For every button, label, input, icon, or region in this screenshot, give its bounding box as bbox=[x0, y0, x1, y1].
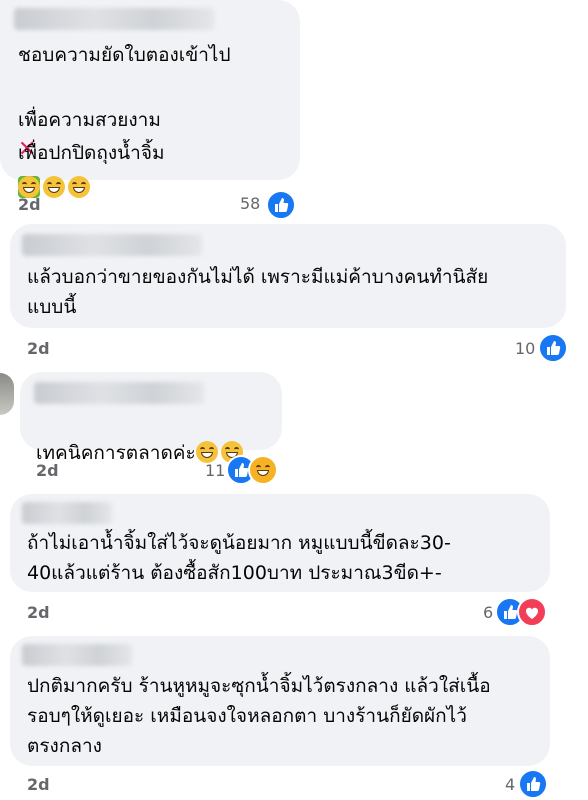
comment-5-time[interactable]: 2d bbox=[27, 775, 50, 794]
comment-3-text: เทคนิคการตลาดค่ะ bbox=[36, 408, 246, 468]
grinning-face-icon bbox=[43, 176, 65, 198]
tears-of-joy-icon bbox=[195, 441, 218, 463]
comment-4-time[interactable]: 2d bbox=[27, 603, 50, 622]
comment-1-reaction-count[interactable]: 58 bbox=[240, 194, 260, 213]
comment-1-time[interactable]: 2d bbox=[18, 195, 41, 214]
comment-2-text: แล้วบอกว่าขายของกันไม่ได้ เพราะมีแม่ค้าบ… bbox=[27, 266, 489, 318]
comment-5-reaction-count[interactable]: 4 bbox=[505, 775, 515, 794]
comment-1-line1: ชอบความยัดใบตองเข้าไป bbox=[18, 44, 231, 66]
comment-2-time[interactable]: 2d bbox=[27, 339, 50, 358]
comment-4-text: ถ้าไม่เอาน้ำจิ้มใส่ไว้จะดูน้อยมาก หมูแบบ… bbox=[27, 532, 451, 584]
like-reaction-icon[interactable] bbox=[266, 190, 296, 220]
commenter-name-3[interactable] bbox=[34, 382, 204, 404]
comment-5-text: ปกติมากครับ ร้านหูหมูจะซุกน้ำจิ้มไว้ตรงก… bbox=[27, 675, 491, 757]
haha-reaction-icon[interactable] bbox=[248, 455, 278, 485]
comment-1-emojis bbox=[18, 143, 93, 203]
commenter-name-2[interactable] bbox=[22, 234, 202, 256]
love-reaction-icon[interactable] bbox=[517, 597, 547, 627]
comment-3-time[interactable]: 2d bbox=[36, 461, 59, 480]
like-reaction-icon[interactable] bbox=[518, 769, 548, 799]
comment-4-reaction-count[interactable]: 6 bbox=[483, 603, 493, 622]
commenter-name-1[interactable] bbox=[14, 8, 214, 30]
comment-3-reaction-count[interactable]: 11 bbox=[205, 461, 225, 480]
grinning-face-icon bbox=[68, 176, 90, 198]
like-reaction-icon[interactable] bbox=[538, 333, 568, 363]
commenter-name-4[interactable] bbox=[22, 502, 112, 524]
commenter-name-5[interactable] bbox=[22, 644, 132, 666]
comment-2-reaction-count[interactable]: 10 bbox=[515, 339, 535, 358]
avatar[interactable] bbox=[0, 373, 14, 415]
